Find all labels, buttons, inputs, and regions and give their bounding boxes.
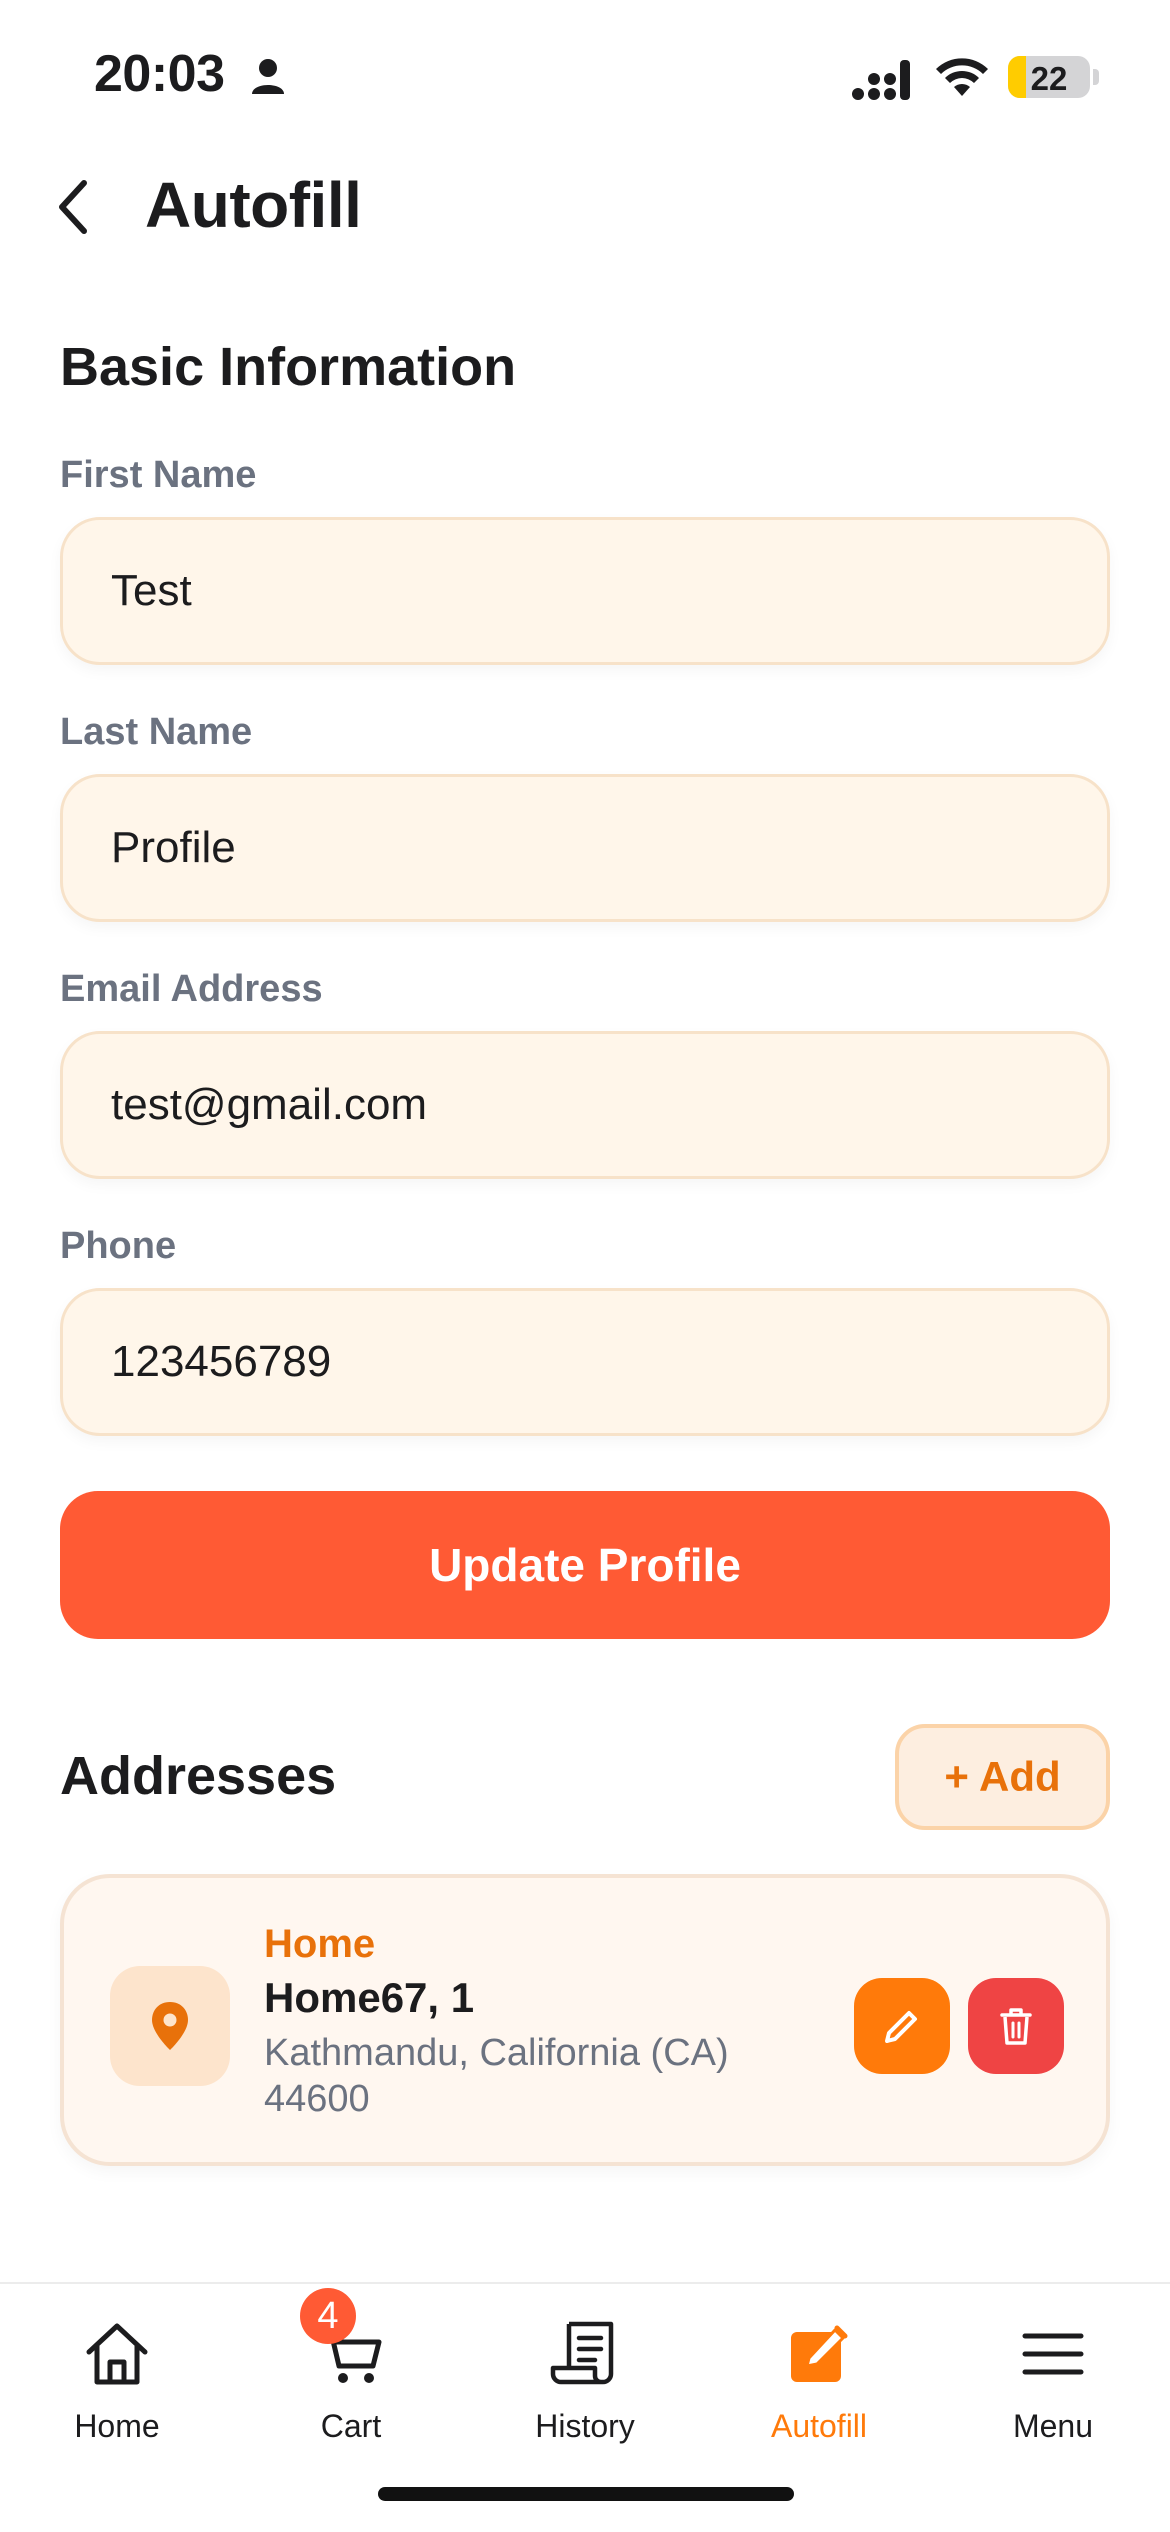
wifi-icon — [936, 58, 988, 96]
address-pin-badge — [110, 1966, 230, 2086]
pencil-icon — [885, 2011, 917, 2043]
tab-home-label: Home — [74, 2408, 160, 2444]
first-name-field[interactable] — [60, 517, 1110, 665]
last-name-field[interactable] — [60, 774, 1110, 922]
home-icon — [86, 2323, 148, 2385]
tab-history-label: History — [535, 2408, 635, 2444]
add-address-button[interactable]: + Add — [895, 1724, 1110, 1830]
edit-address-button[interactable] — [854, 1978, 950, 2074]
update-profile-button[interactable]: Update Profile — [60, 1491, 1110, 1639]
address-name: Home67, 1 — [264, 1974, 475, 2021]
chevron-left-icon — [59, 180, 87, 234]
page-title: Autofill — [145, 169, 362, 241]
address-line2: 44600 — [264, 2078, 370, 2120]
cart-badge: 4 — [300, 2288, 356, 2344]
signal-icon — [852, 60, 910, 100]
email-field[interactable] — [60, 1031, 1110, 1179]
history-icon — [550, 2321, 614, 2385]
battery-tip — [1093, 69, 1099, 85]
address-card: Home Home67, 1 Kathmandu, California (CA… — [60, 1874, 1110, 2166]
address-label: Home — [264, 1922, 376, 1966]
basic-info-title: Basic Information — [60, 337, 517, 397]
battery-level: 22 — [1030, 60, 1068, 97]
tab-home[interactable]: Home — [0, 2304, 234, 2454]
first-name-label: First Name — [60, 454, 257, 496]
delete-address-button[interactable] — [968, 1978, 1064, 2074]
phone-label: Phone — [60, 1225, 177, 1267]
menu-icon — [1022, 2333, 1084, 2375]
tab-autofill-label: Autofill — [770, 2408, 868, 2444]
tab-menu-label: Menu — [1012, 2408, 1094, 2444]
email-label: Email Address — [60, 968, 323, 1010]
tab-cart-label: Cart — [320, 2408, 382, 2444]
person-icon — [252, 59, 284, 94]
tab-autofill[interactable]: Autofill — [702, 2304, 936, 2454]
trash-icon — [1000, 2008, 1032, 2045]
address-line1: Kathmandu, California (CA) — [264, 2032, 729, 2074]
autofill-icon — [791, 2325, 848, 2382]
last-name-label: Last Name — [60, 711, 253, 753]
status-time: 20:03 — [94, 45, 225, 103]
addresses-title: Addresses — [60, 1746, 337, 1806]
tab-menu[interactable]: Menu — [936, 2304, 1170, 2454]
battery-icon: 22 — [1008, 56, 1090, 98]
home-indicator[interactable] — [378, 2487, 794, 2501]
map-pin-icon — [152, 2002, 188, 2050]
status-bar: 20:03 22 — [0, 0, 1170, 150]
back-button[interactable] — [46, 172, 100, 242]
tab-history[interactable]: History — [468, 2304, 702, 2454]
phone-field[interactable] — [60, 1288, 1110, 1436]
